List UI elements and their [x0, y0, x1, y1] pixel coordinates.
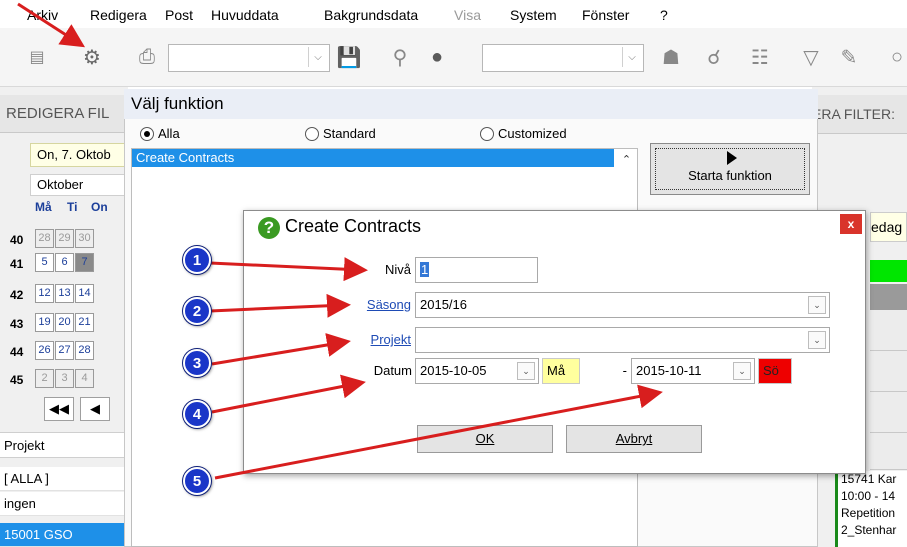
annotation-arrows	[17, 2, 663, 480]
arrow-to-gear	[17, 2, 86, 48]
annotation-badge: 1	[183, 246, 211, 274]
annotation-badge: 4	[183, 400, 211, 428]
annotation-badge: 5	[183, 467, 211, 495]
annotation-badge: 2	[183, 297, 211, 325]
arrow-4	[211, 374, 366, 414]
arrow-2	[209, 293, 351, 318]
arrow-5	[214, 384, 663, 480]
arrow-1	[209, 257, 368, 282]
annotation-badge: 3	[183, 349, 211, 377]
arrow-3	[211, 333, 351, 366]
